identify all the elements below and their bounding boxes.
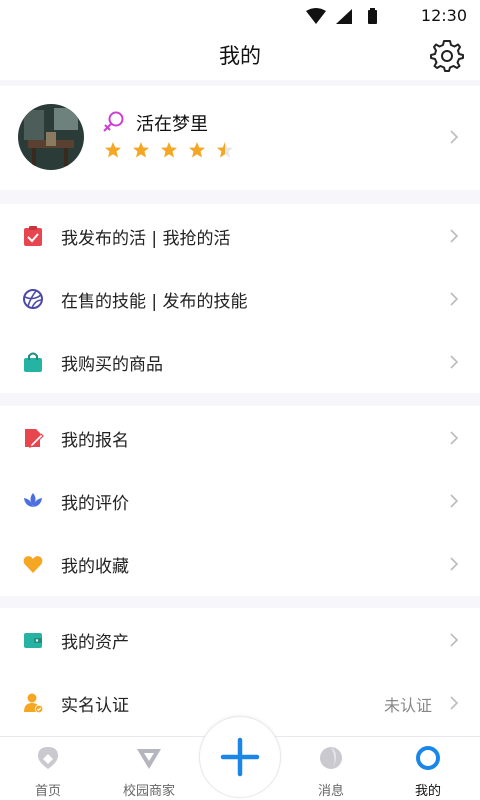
verification-status: 未认证 [383, 696, 432, 715]
message-icon [320, 747, 342, 769]
home-pin-icon [38, 747, 58, 769]
chevron-right-icon [450, 130, 459, 144]
star-icon [133, 142, 149, 158]
chevron-right-icon [450, 557, 459, 571]
row-label: 我的评价 [61, 494, 129, 514]
status-bar: 12:30 [0, 0, 480, 32]
edit-doc-icon [25, 429, 44, 448]
status-time: 12:30 [420, 6, 467, 25]
menu-group-activity: 我的报名 我的评价 我的收藏 [0, 406, 480, 596]
row-label: 我发布的活 | 我抢的活 [61, 229, 231, 249]
app-header: 我的 [0, 32, 480, 80]
tab-label: 首页 [34, 784, 61, 799]
half-star-icon [217, 142, 233, 158]
row-my-skills[interactable]: 在售的技能 | 发布的技能 [0, 267, 480, 330]
tab-label: 校园商家 [122, 784, 175, 799]
skill-ball-icon [23, 289, 43, 309]
username: 活在梦里 [136, 114, 208, 135]
star-icon [161, 142, 177, 158]
tab-profile[interactable]: 我的 [380, 737, 476, 800]
row-label: 实名认证 [61, 696, 129, 716]
signal-icon [336, 9, 352, 24]
star-icon [105, 142, 121, 158]
settings-gear-icon[interactable] [430, 39, 464, 73]
row-my-favorites[interactable]: 我的收藏 [0, 532, 480, 595]
row-label: 我的报名 [61, 431, 129, 451]
tab-home[interactable]: 首页 [0, 737, 96, 800]
chevron-right-icon [450, 229, 459, 243]
wifi-icon [306, 8, 326, 24]
row-label: 我的收藏 [61, 557, 129, 577]
lotus-icon [24, 493, 42, 507]
row-my-purchases[interactable]: 我购买的商品 [0, 330, 480, 393]
row-my-published-jobs[interactable]: 我发布的活 | 我抢的活 [0, 204, 480, 267]
publish-fab[interactable] [199, 716, 281, 798]
row-label: 在售的技能 | 发布的技能 [61, 292, 248, 312]
star-icon [189, 142, 205, 158]
profile-card[interactable]: 活在梦里 [0, 86, 480, 190]
chevron-right-icon [450, 292, 459, 306]
page-title: 我的 [219, 44, 261, 68]
rating-stars [105, 142, 233, 158]
row-label: 我的资产 [61, 633, 129, 653]
avatar[interactable] [18, 104, 84, 170]
row-my-reviews[interactable]: 我的评价 [0, 469, 480, 532]
tab-label: 消息 [317, 784, 344, 799]
row-my-assets[interactable]: 我的资产 [0, 608, 480, 671]
row-label: 我购买的商品 [61, 355, 163, 375]
chevron-right-icon [450, 431, 459, 445]
plus-icon [220, 737, 260, 777]
chevron-right-icon [450, 355, 459, 369]
shopping-bag-icon [24, 352, 42, 372]
menu-group-orders: 我发布的活 | 我抢的活 在售的技能 | 发布的技能 我购买的商品 [0, 204, 480, 393]
battery-icon [368, 8, 377, 24]
user-verified-icon [24, 693, 44, 714]
tab-label: 我的 [414, 784, 441, 799]
clipboard-check-icon [24, 226, 42, 246]
chevron-right-icon [450, 494, 459, 508]
tab-messages[interactable]: 消息 [283, 737, 379, 800]
merchant-icon [137, 749, 161, 769]
row-my-registrations[interactable]: 我的报名 [0, 406, 480, 469]
tab-merchants[interactable]: 校园商家 [101, 737, 197, 800]
wallet-icon [24, 633, 42, 648]
female-icon [103, 111, 124, 132]
chevron-right-icon [450, 633, 459, 647]
profile-ring-icon [416, 746, 440, 770]
chevron-right-icon [450, 696, 459, 710]
heart-icon [23, 556, 43, 573]
status-icons [306, 8, 377, 24]
